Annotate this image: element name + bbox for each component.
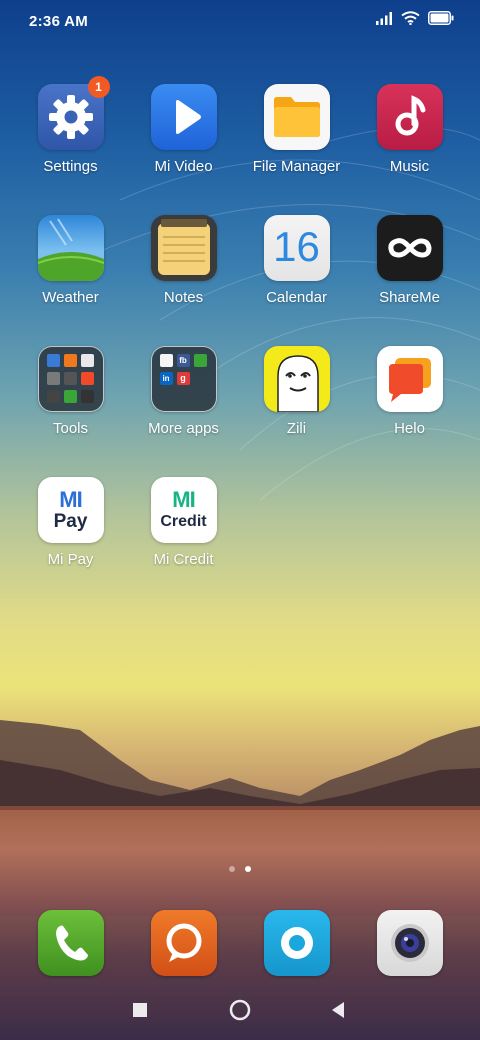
app-label: Zili	[286, 420, 307, 437]
zili-face-icon	[263, 346, 330, 412]
app-zili[interactable]: Zili	[240, 346, 353, 437]
wifi-icon	[401, 11, 420, 30]
app-label: More apps	[148, 420, 219, 437]
app-music[interactable]: Music	[353, 84, 466, 175]
battery-icon	[428, 11, 454, 30]
signal-icon	[376, 11, 393, 30]
page-indicator[interactable]	[0, 866, 480, 872]
wallpaper-water	[0, 806, 480, 916]
app-notes[interactable]: Notes	[127, 215, 240, 306]
chat-bubble-icon	[376, 346, 443, 412]
mi-credit-logo-credit: Credit	[160, 513, 207, 530]
app-tools-folder[interactable]: Tools	[14, 346, 127, 437]
app-label: Mi Pay	[47, 551, 94, 568]
app-label: ShareMe	[379, 289, 440, 306]
weather-icon	[37, 215, 104, 281]
music-note-icon	[376, 84, 443, 150]
recents-icon	[132, 1002, 148, 1023]
app-weather[interactable]: Weather	[14, 215, 127, 306]
page-dot-2-active[interactable]	[245, 866, 251, 872]
app-label: File Manager	[252, 158, 341, 175]
status-bar: 2:36 AM	[0, 0, 480, 44]
app-calendar[interactable]: 16 Calendar	[240, 215, 353, 306]
app-more-apps-folder[interactable]: fb in g More apps	[127, 346, 240, 437]
home-button[interactable]	[218, 990, 262, 1034]
status-time: 2:36 AM	[29, 13, 89, 30]
app-helo[interactable]: Helo	[353, 346, 466, 437]
app-mi-pay[interactable]: MI Pay Mi Pay	[14, 477, 127, 568]
recents-button[interactable]	[118, 990, 162, 1034]
app-label: Music	[389, 158, 430, 175]
folder-item-in: in	[162, 374, 170, 383]
calendar-date: 16	[273, 223, 320, 270]
phone-icon[interactable]	[38, 910, 104, 976]
mi-pay-logo-mi: MI	[59, 487, 82, 512]
notepad-icon	[150, 215, 217, 281]
app-label: Mi Video	[154, 158, 213, 175]
notification-badge: 1	[87, 76, 110, 98]
app-label: Helo	[394, 420, 425, 437]
folder-item-fb: fb	[179, 356, 187, 365]
message-icon[interactable]	[151, 910, 217, 976]
home-icon	[228, 998, 252, 1027]
mi-pay-logo: MI Pay	[37, 477, 104, 543]
app-label: Weather	[42, 289, 99, 306]
infinity-icon	[376, 215, 443, 281]
folder-item-g: g	[180, 373, 186, 383]
app-settings[interactable]: 1 Settings	[14, 76, 127, 175]
app-label: Mi Credit	[153, 551, 214, 568]
navigation-bar	[0, 990, 480, 1040]
app-label: Notes	[163, 289, 204, 306]
folder-grid-icon	[37, 346, 104, 412]
browser-icon[interactable]	[264, 910, 330, 976]
back-icon	[330, 1001, 346, 1024]
camera-icon[interactable]	[377, 910, 443, 976]
folder-icon	[263, 84, 330, 150]
app-mi-video[interactable]: Mi Video	[127, 84, 240, 175]
mi-credit-logo-mi: MI	[172, 487, 195, 512]
mi-pay-logo-pay: Pay	[53, 511, 88, 532]
folder-grid-icon: fb in g	[150, 346, 217, 412]
app-shareme[interactable]: ShareMe	[353, 215, 466, 306]
calendar-icon: 16	[263, 215, 330, 281]
page-dot-1[interactable]	[229, 866, 235, 872]
app-label: Settings	[43, 158, 98, 175]
status-icons	[376, 11, 454, 30]
back-button[interactable]	[316, 990, 360, 1034]
app-label: Calendar	[266, 289, 327, 306]
app-label: Tools	[52, 420, 89, 437]
mi-credit-logo: MI Credit	[150, 477, 217, 543]
play-icon	[150, 84, 217, 150]
app-file-manager[interactable]: File Manager	[240, 84, 353, 175]
app-mi-credit[interactable]: MI Credit Mi Credit	[127, 477, 240, 568]
